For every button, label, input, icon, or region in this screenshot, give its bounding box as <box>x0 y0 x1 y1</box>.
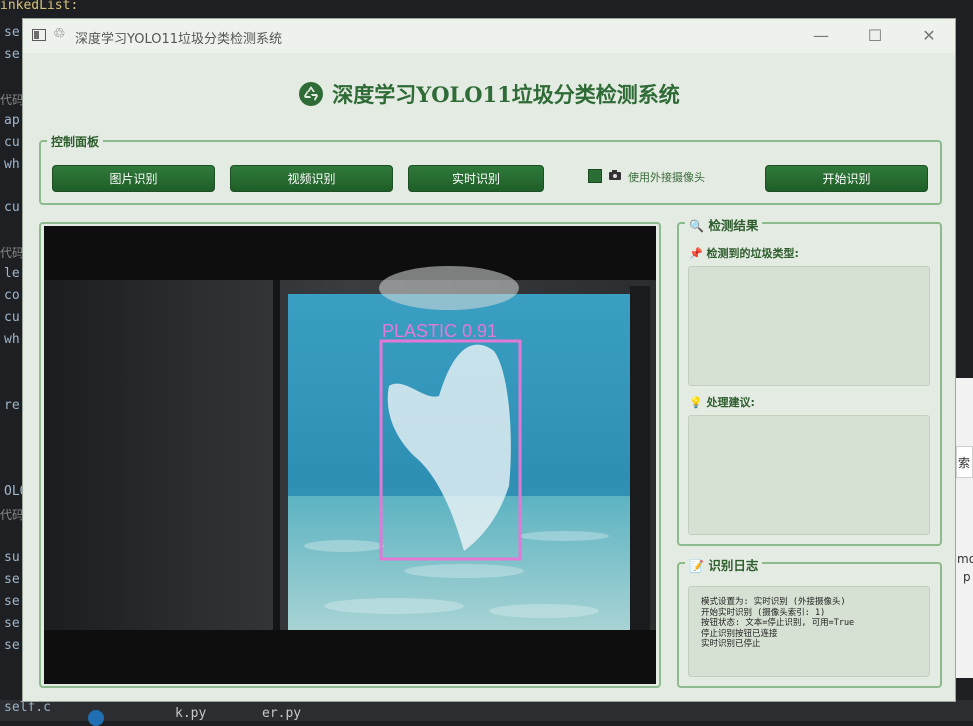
python-icon <box>88 710 104 726</box>
log-text: 模式设置为: 实时识别 (外接摄像头) 开始实时识别 (摄像头索引: 1) 按钮… <box>701 597 855 649</box>
memo-icon: 📝 <box>689 559 704 573</box>
editor-code-text: su <box>4 550 20 565</box>
close-button[interactable]: ✕ <box>909 23 949 49</box>
file-name[interactable]: k.py <box>175 706 206 721</box>
start-recognition-button[interactable]: 开始识别 <box>765 165 928 192</box>
detection-label: PLASTIC 0.91 <box>382 321 497 341</box>
editor-code-text: cu <box>4 200 20 215</box>
editor-code-text: inkedList: <box>0 0 79 13</box>
log-title-text: 识别日志 <box>708 558 759 573</box>
editor-bottom-bar: self.c k.py er.py <box>0 700 973 726</box>
realtime-recognition-button[interactable]: 实时识别 <box>408 165 544 192</box>
page-title: 深度学习YOLO11垃圾分类检测系统 <box>23 79 955 109</box>
background-text: p <box>963 570 971 584</box>
advice-label: 💡 处理建议: <box>689 394 755 410</box>
editor-code-text: co <box>4 288 20 303</box>
background-window-peek: 索 mo p <box>956 378 973 678</box>
search-icon: 🔍 <box>689 219 704 233</box>
app-window: ♲ 深度学习YOLO11垃圾分类检测系统 — ☐ ✕ 深度学习YOLO11垃圾分… <box>22 18 956 702</box>
minimize-button[interactable]: — <box>801 23 841 49</box>
editor-code-text: le <box>4 266 20 281</box>
garbage-type-label: 📌 检测到的垃圾类型: <box>689 245 799 261</box>
advice-output <box>688 415 930 535</box>
editor-code-text: se <box>4 25 20 40</box>
log-panel-title: 📝 识别日志 <box>685 555 763 574</box>
header-title-text: 深度学习YOLO11垃圾分类检测系统 <box>332 82 680 107</box>
title-bar[interactable]: ♲ 深度学习YOLO11垃圾分类检测系统 — ☐ ✕ <box>23 19 955 53</box>
editor-code-text: ap <box>4 113 20 128</box>
editor-line-prefixes: se se 代码 ap cu wh cu 代码 le co cu wh re OLO 代码 su se se se s… <box>0 16 27 706</box>
app-icon <box>32 29 46 41</box>
editor-code-text: se <box>4 616 20 631</box>
editor-code-text: wh <box>4 157 20 172</box>
background-text: mo <box>957 552 973 566</box>
camera-icon <box>609 170 621 180</box>
editor-code-text: 代码 <box>0 246 25 260</box>
editor-code-text: wh <box>4 332 20 347</box>
background-search-box: 索 <box>956 446 973 478</box>
external-camera-checkbox[interactable] <box>588 169 602 183</box>
editor-code-text: re <box>4 398 20 413</box>
control-panel-title: 控制面板 <box>47 133 104 150</box>
editor-code-text: cu <box>4 310 20 325</box>
video-display: PLASTIC 0.91 <box>44 226 656 684</box>
external-camera-label[interactable]: 使用外接摄像头 <box>628 169 705 185</box>
lightbulb-icon: 💡 <box>689 396 703 409</box>
garbage-type-output <box>688 266 930 386</box>
pushpin-icon: 📌 <box>689 247 703 260</box>
editor-code-text: cu <box>4 135 20 150</box>
recycle-icon <box>299 82 324 106</box>
file-name[interactable]: er.py <box>262 706 301 721</box>
log-output: 模式设置为: 实时识别 (外接摄像头) 开始实时识别 (摄像头索引: 1) 按钮… <box>688 586 930 677</box>
window-title: 深度学习YOLO11垃圾分类检测系统 <box>75 32 283 47</box>
background-text: 索 <box>958 456 971 470</box>
video-recognition-button[interactable]: 视频识别 <box>230 165 393 192</box>
camera-frame-image: PLASTIC 0.91 <box>44 226 656 684</box>
image-recognition-button[interactable]: 图片识别 <box>52 165 215 192</box>
advice-label-text: 处理建议: <box>706 396 755 409</box>
editor-code-text: se <box>4 638 20 653</box>
recycle-small-icon: ♲ <box>53 26 66 42</box>
editor-top-line: inkedList: <box>0 0 973 16</box>
editor-code-text: se <box>4 572 20 587</box>
editor-code-text: se <box>4 594 20 609</box>
editor-code-text: self.c <box>4 700 51 715</box>
editor-code-text: se <box>4 47 20 62</box>
maximize-button[interactable]: ☐ <box>855 23 895 49</box>
results-panel-title: 🔍 检测结果 <box>685 215 763 234</box>
editor-code-text: 代码 <box>0 93 25 107</box>
results-title-text: 检测结果 <box>708 218 759 233</box>
garbage-type-label-text: 检测到的垃圾类型: <box>706 247 799 260</box>
editor-code-text: 代码 <box>0 508 25 522</box>
